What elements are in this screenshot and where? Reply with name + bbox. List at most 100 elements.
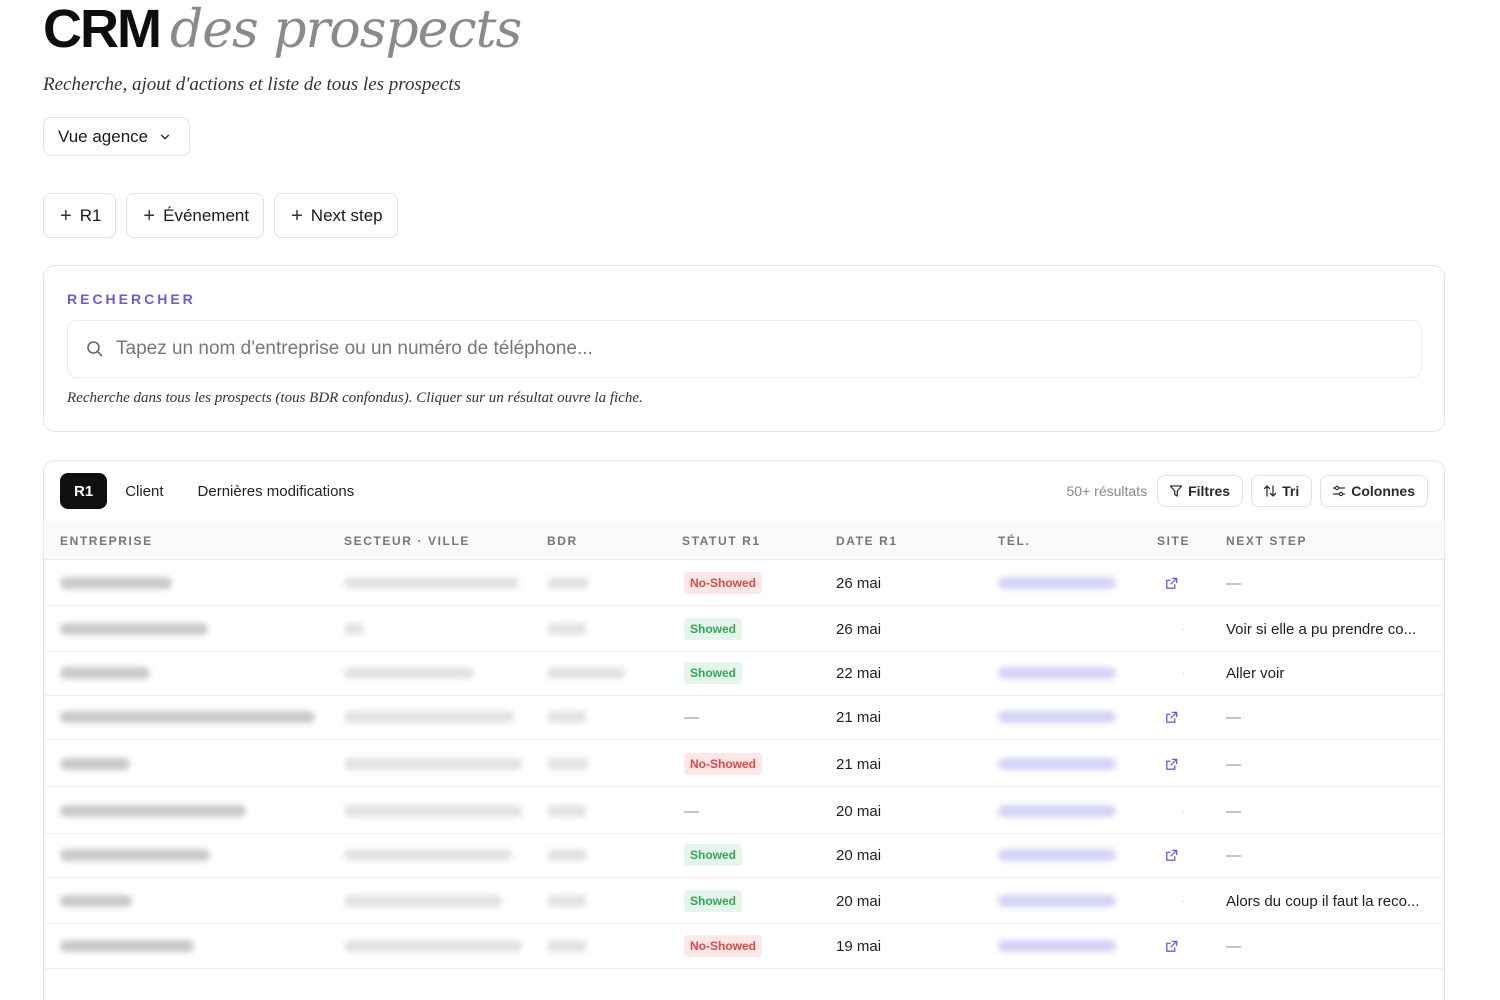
column-header-site[interactable]: SITE [1157, 534, 1190, 548]
phone-redacted [998, 711, 1116, 723]
sort-icon [1263, 485, 1277, 497]
table-row[interactable]: Showed 20 mai · Alors du coup il faut la re… [44, 879, 1444, 924]
status-badge: Showed [684, 662, 743, 684]
phone-cell[interactable] [998, 742, 1116, 786]
table-row[interactable]: — 21 mai — [44, 695, 1444, 740]
phone-cell[interactable] [998, 695, 1116, 739]
next-step-text: — [1226, 708, 1241, 726]
phone-cell[interactable] [998, 833, 1116, 877]
site-cell[interactable] [1164, 561, 1179, 605]
company-redacted [60, 667, 150, 679]
external-link-icon[interactable] [1164, 848, 1179, 863]
column-header-bdr[interactable]: BDR [547, 534, 578, 548]
company-cell[interactable] [60, 695, 315, 739]
phone-cell[interactable] [998, 651, 1116, 695]
table-row[interactable]: No-Showed 21 mai — [44, 742, 1444, 787]
site-cell[interactable] [1164, 833, 1179, 877]
company-cell[interactable] [60, 924, 194, 968]
phone-redacted [998, 758, 1116, 770]
sort-button[interactable]: Tri [1251, 475, 1313, 507]
phone-cell[interactable] [998, 789, 1116, 833]
bdr-redacted [547, 805, 587, 817]
company-cell[interactable] [60, 742, 130, 786]
company-cell[interactable] [60, 879, 132, 923]
column-header-next-step[interactable]: NEXT STEP [1226, 534, 1307, 548]
phone-cell[interactable] [998, 924, 1116, 968]
external-link-icon[interactable] [1164, 576, 1179, 591]
next-step-cell: — [1226, 789, 1241, 833]
next-step-text: — [1226, 846, 1241, 864]
table-row[interactable]: Showed 26 mai · Voir si elle a pu prendre c… [44, 607, 1444, 652]
phone-redacted [998, 805, 1116, 817]
column-header-sector-city[interactable]: SECTEUR · VILLE [344, 534, 470, 548]
filters-button[interactable]: Filtres [1157, 475, 1244, 507]
site-cell[interactable] [1164, 742, 1179, 786]
table-row[interactable]: — 20 mai · — [44, 789, 1444, 834]
view-select[interactable]: Vue agence [43, 117, 190, 156]
next-step-cell: Aller voir [1226, 651, 1284, 695]
site-cell[interactable] [1164, 695, 1179, 739]
status-cell: Showed [684, 833, 743, 877]
external-link-icon[interactable] [1164, 710, 1179, 725]
filters-label: Filtres [1188, 483, 1231, 499]
next-step-cell: — [1226, 695, 1241, 739]
date-cell: 26 mai [836, 561, 881, 605]
date-cell: 26 mai [836, 607, 881, 651]
company-cell[interactable] [60, 833, 210, 877]
date-cell: 20 mai [836, 789, 881, 833]
phone-redacted [998, 577, 1116, 589]
search-input[interactable]: Tapez un nom d'entreprise ou un numéro d… [67, 320, 1422, 378]
next-step-cell: — [1226, 833, 1241, 877]
tab-last-changes[interactable]: Dernières modifications [182, 473, 371, 509]
table-row[interactable]: Showed 20 mai — [44, 833, 1444, 878]
tab-r1[interactable]: R1 [60, 473, 108, 509]
column-header-date-r1[interactable]: DATE R1 [836, 534, 898, 548]
phone-redacted [998, 940, 1116, 952]
company-cell[interactable] [60, 789, 246, 833]
site-cell[interactable] [1164, 924, 1179, 968]
next-step-text: — [1226, 937, 1241, 955]
external-link-icon[interactable] [1164, 939, 1179, 954]
next-step-cell: — [1226, 561, 1241, 605]
date-cell: 20 mai [836, 833, 881, 877]
status-badge: Showed [684, 844, 743, 866]
sector-city-cell [344, 742, 522, 786]
table-row[interactable]: Showed 22 mai · Aller voir [44, 651, 1444, 696]
table-row[interactable]: No-Showed 19 mai — [44, 924, 1444, 969]
column-header-company[interactable]: ENTREPRISE [60, 534, 153, 548]
sector-city-cell [344, 789, 522, 833]
next-step-cell: Voir si elle a pu prendre co... [1226, 607, 1416, 651]
column-header-phone[interactable]: TÉL. [998, 534, 1030, 548]
status-cell: No-Showed [684, 924, 762, 968]
company-cell[interactable] [60, 607, 208, 651]
date-cell: 22 mai [836, 651, 881, 695]
add-event-button[interactable]: + Événement [126, 193, 265, 238]
status-badge: No-Showed [684, 753, 762, 775]
bdr-redacted [547, 623, 587, 635]
company-cell[interactable] [60, 561, 172, 605]
company-cell[interactable] [60, 651, 150, 695]
site-empty-dot: · [1182, 667, 1186, 679]
phone-cell[interactable] [998, 879, 1116, 923]
column-header-status-r1[interactable]: STATUT R1 [682, 534, 761, 548]
date-text: 22 mai [836, 664, 882, 682]
add-r1-button[interactable]: + R1 [43, 193, 117, 238]
search-card: RECHERCHER Tapez un nom d'entreprise ou … [43, 265, 1445, 432]
sector-city-cell [344, 695, 514, 739]
date-text: 19 mai [836, 937, 882, 955]
company-redacted [60, 940, 194, 952]
tab-client[interactable]: Client [109, 473, 179, 509]
plus-icon: + [143, 204, 156, 227]
columns-icon [1333, 485, 1346, 497]
add-next-step-button[interactable]: + Next step [274, 193, 398, 238]
sector-city-cell [344, 607, 364, 651]
status-badge: Showed [684, 618, 743, 640]
columns-button[interactable]: Colonnes [1320, 475, 1428, 507]
site-cell: · [1182, 607, 1185, 651]
table-header: ENTREPRISE SECTEUR · VILLE BDR STATUT R1… [44, 521, 1444, 560]
table-row[interactable]: No-Showed 26 mai — [44, 561, 1444, 606]
filter-icon [1169, 485, 1183, 497]
external-link-icon[interactable] [1164, 757, 1179, 772]
phone-cell[interactable] [998, 561, 1116, 605]
status-cell: — [684, 789, 699, 833]
